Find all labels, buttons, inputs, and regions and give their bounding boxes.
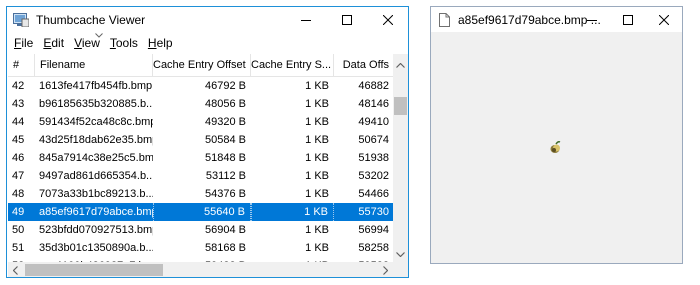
sort-caret-icon bbox=[95, 33, 103, 38]
table-row-selected[interactable]: 49 a85ef9617d79abce.bmp 55640 B1 KB 55730 bbox=[8, 203, 394, 221]
menu-tools[interactable]: Tools bbox=[105, 36, 143, 50]
column-number[interactable]: # bbox=[8, 54, 35, 77]
scrollbar-corner bbox=[393, 262, 408, 277]
table-row[interactable]: 46 845a7914c38e25c5.bmp 51848 B1 KB 51938 bbox=[8, 149, 394, 167]
title-bar[interactable]: Thumbcache Viewer bbox=[7, 7, 408, 33]
image-viewer-window: a85ef9617d79abce.bmp ... bbox=[430, 6, 683, 264]
table-row[interactable]: 50 523bfdd070927513.bmp 56904 B1 KB 56994 bbox=[8, 221, 394, 239]
menu-view[interactable]: View bbox=[69, 36, 105, 50]
scroll-left-arrow-icon[interactable] bbox=[8, 262, 23, 277]
scroll-right-arrow-icon[interactable] bbox=[378, 262, 393, 277]
column-filename[interactable]: Filename bbox=[35, 54, 153, 77]
viewer-minimize-button[interactable] bbox=[574, 7, 610, 32]
viewer-close-button[interactable] bbox=[646, 7, 682, 32]
table-row[interactable]: 51 35d3b01c1350890a.b... 58168 B1 KB 58258 bbox=[8, 239, 394, 257]
minimize-button[interactable] bbox=[285, 7, 326, 33]
column-data-offset[interactable]: Data Offs bbox=[334, 54, 394, 77]
window-title: Thumbcache Viewer bbox=[36, 13, 146, 27]
viewer-title-bar[interactable]: a85ef9617d79abce.bmp ... bbox=[431, 7, 682, 32]
menu-help[interactable]: Help bbox=[143, 36, 178, 50]
vertical-scroll-thumb[interactable] bbox=[394, 97, 407, 115]
horizontal-scroll-thumb[interactable] bbox=[25, 264, 163, 276]
thumbcache-app-icon bbox=[13, 13, 30, 28]
scroll-down-arrow-icon[interactable] bbox=[393, 246, 408, 262]
column-header-row: # Filename Cache Entry Offset Cache Entr… bbox=[8, 54, 394, 77]
document-icon bbox=[439, 12, 450, 27]
thumbcache-viewer-window: Thumbcache Viewer File Edit View Tools H… bbox=[6, 6, 409, 278]
horizontal-scrollbar[interactable] bbox=[8, 262, 393, 277]
vertical-scrollbar[interactable] bbox=[393, 54, 408, 262]
maximize-icon bbox=[623, 14, 633, 25]
column-cache-entry-offset[interactable]: Cache Entry Offset bbox=[153, 54, 251, 77]
maximize-button[interactable] bbox=[326, 7, 367, 33]
menu-bar: File Edit View Tools Help bbox=[7, 33, 408, 53]
minimize-icon bbox=[587, 19, 597, 21]
file-list[interactable]: # Filename Cache Entry Offset Cache Entr… bbox=[8, 54, 408, 277]
table-row[interactable]: 42 1613fe417fb454fb.bmp 46792 B1 KB 46882 bbox=[8, 77, 394, 95]
table-row[interactable]: 45 43d25f18dab62e35.bmp 50584 B1 KB 50674 bbox=[8, 131, 394, 149]
table-row[interactable]: 47 9497ad861d665354.b... 53112 B1 KB 53202 bbox=[8, 167, 394, 185]
table-row[interactable]: 44 591434f52ca48c8c.bmp 49320 B1 KB 49410 bbox=[8, 113, 394, 131]
menu-edit[interactable]: Edit bbox=[38, 36, 69, 50]
close-icon bbox=[382, 15, 393, 25]
viewer-canvas bbox=[431, 32, 682, 263]
scroll-up-arrow-icon[interactable] bbox=[393, 57, 408, 73]
close-icon bbox=[659, 14, 669, 25]
menu-file[interactable]: File bbox=[9, 36, 38, 50]
table-row[interactable]: 48 7073a33b1bc89213.b... 54376 B1 KB 54466 bbox=[8, 185, 394, 203]
close-button[interactable] bbox=[367, 7, 408, 33]
thumbnail-image bbox=[550, 141, 561, 153]
viewer-maximize-button[interactable] bbox=[610, 7, 646, 32]
column-cache-entry-size[interactable]: Cache Entry S... bbox=[251, 54, 334, 77]
table-row[interactable]: 43 b96185635b320885.b... 48056 B1 KB 48146 bbox=[8, 95, 394, 113]
minimize-icon bbox=[300, 20, 311, 21]
table-rows: 42 1613fe417fb454fb.bmp 46792 B1 KB 46882 4… bbox=[8, 77, 394, 275]
maximize-icon bbox=[341, 15, 352, 25]
